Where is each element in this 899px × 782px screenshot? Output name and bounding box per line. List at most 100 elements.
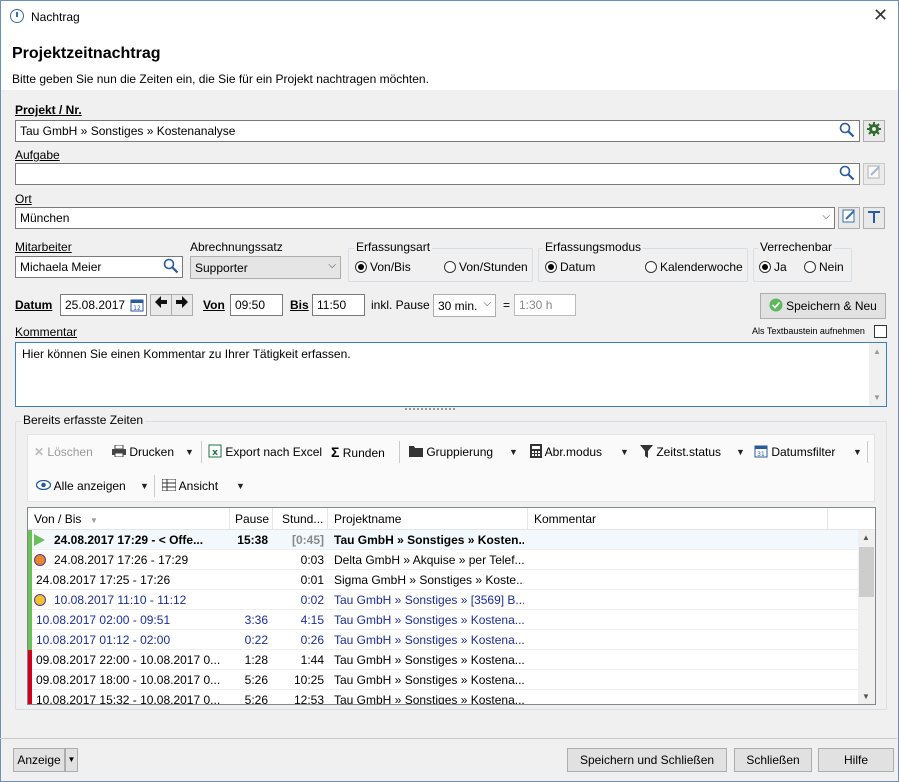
print-button[interactable]: Drucken <box>112 441 174 463</box>
ort-edit-button[interactable] <box>838 207 860 229</box>
table-row[interactable]: 10.08.2017 02:00 - 09:51 3:36 4:15 Tau GmbH… <box>28 610 858 630</box>
datumsfilter-button[interactable]: 31 Datumsfilter <box>754 441 835 463</box>
grid-scrollbar[interactable]: ▲ ▼ <box>858 530 875 704</box>
cell-stunden: 0:01 <box>300 573 324 587</box>
radio-ja[interactable]: Ja <box>759 260 787 274</box>
column-separator[interactable] <box>327 508 328 530</box>
status-marker <box>28 530 32 550</box>
column-separator[interactable] <box>272 508 273 530</box>
chevron-down-icon: ⌵ <box>822 211 830 222</box>
contact-icon <box>34 554 46 566</box>
column-separator[interactable] <box>827 508 828 530</box>
von-input[interactable]: 09:50 <box>230 294 283 316</box>
table-row[interactable]: 10.08.2017 01:12 - 02:00 0:22 0:26 Tau GmbH… <box>28 630 858 650</box>
projekt-label: Projekt / Nr. <box>15 103 82 117</box>
pause-label: inkl. Pause <box>371 298 430 312</box>
aufgabe-label: Aufgabe <box>15 148 60 162</box>
radio-nein[interactable]: Nein <box>804 260 844 274</box>
cell-vonbis: 10.08.2017 15:32 - 10.08.2017 0... <box>36 693 221 705</box>
kommentar-textarea[interactable]: Hier können Sie einen Kommentar zu Ihrer… <box>15 342 887 407</box>
radio-kalenderwoche[interactable]: Kalenderwoche <box>645 260 743 274</box>
zeitststatus-button[interactable]: Zeitst.status <box>640 441 721 463</box>
cell-projekt: Tau GmbH » Sonstiges » Kostena... <box>334 653 524 667</box>
save-and-close-button[interactable]: Speichern und Schließen <box>567 748 727 772</box>
cell-stunden: 4:15 <box>300 613 324 627</box>
ort-pin-button[interactable] <box>863 207 885 229</box>
von-label-text: Von <box>203 298 225 312</box>
print-dropdown-arrow[interactable]: ▼ <box>185 447 194 457</box>
ansicht-label: Ansicht <box>178 479 219 493</box>
ansicht-button[interactable]: Ansicht <box>161 475 219 497</box>
separator <box>201 441 202 463</box>
delete-button[interactable]: ✕ Löschen <box>34 441 93 463</box>
gear-icon <box>867 122 881 136</box>
alle-anzeigen-dropdown-arrow[interactable]: ▼ <box>140 481 149 491</box>
search-icon[interactable] <box>838 165 856 183</box>
export-excel-button[interactable]: x Export nach Excel <box>208 441 322 463</box>
cell-projekt: Tau GmbH » Sonstiges » Kostena... <box>334 673 524 687</box>
export-label: Export nach Excel <box>225 445 323 459</box>
kommentar-label: Kommentar <box>15 325 77 339</box>
aufgabe-edit-button[interactable] <box>863 163 885 185</box>
close-dialog-button[interactable]: Schließen <box>734 748 812 772</box>
status-marker <box>28 550 32 570</box>
alle-anzeigen-button[interactable]: Alle anzeigen <box>35 475 126 497</box>
table-row[interactable]: 24.08.2017 17:25 - 17:26 0:01 Sigma GmbH »… <box>28 570 858 590</box>
footer-divider <box>0 738 897 739</box>
separator <box>867 441 868 463</box>
next-day-button[interactable] <box>171 294 193 316</box>
column-separator[interactable] <box>229 508 230 530</box>
mitarbeiter-input[interactable]: Michaela Meier <box>15 256 183 278</box>
radio-label: Datum <box>560 260 596 274</box>
projekt-input[interactable]: Tau GmbH » Sonstiges » Kostenanalyse <box>15 120 860 142</box>
aufgabe-input[interactable] <box>15 163 860 185</box>
calendar-icon[interactable]: 12 <box>130 298 144 312</box>
prev-day-button[interactable] <box>150 294 172 316</box>
anzeige-dropdown-button[interactable]: ▼ <box>65 748 78 772</box>
radio-von-bis[interactable]: Von/Bis <box>355 260 411 274</box>
abrechnungssatz-select[interactable]: Supporter ⌵ <box>190 256 341 279</box>
datumsfilter-dropdown-arrow[interactable]: ▼ <box>853 447 862 457</box>
abrmodus-button[interactable]: Abr.modus <box>530 441 602 463</box>
table-row[interactable]: 10.08.2017 11:10 - 11:12 0:02 Tau GmbH » S… <box>28 590 858 610</box>
column-separator[interactable] <box>527 508 528 530</box>
eye-icon <box>35 479 52 493</box>
project-settings-button[interactable] <box>863 120 885 142</box>
textbaustein-checkbox[interactable] <box>874 325 887 338</box>
radio-datum[interactable]: Datum <box>545 260 595 274</box>
column-header-vonbis[interactable]: Von / Bis <box>34 512 81 526</box>
search-icon[interactable] <box>838 122 856 140</box>
abrmodus-dropdown-arrow[interactable]: ▼ <box>620 447 629 457</box>
ort-value: München <box>20 211 70 225</box>
table-row[interactable]: 09.08.2017 18:00 - 10.08.2017 0... 5:26 10… <box>28 670 858 690</box>
radio-von-stunden[interactable]: Von/Stunden <box>444 260 528 274</box>
table-row[interactable]: 09.08.2017 22:00 - 10.08.2017 0... 1:28 1:… <box>28 650 858 670</box>
kommentar-scrollbar[interactable]: ▲ ▼ <box>869 343 886 406</box>
scroll-thumb[interactable] <box>859 547 874 597</box>
bis-input[interactable]: 11:50 <box>312 294 365 316</box>
zeitststatus-dropdown-arrow[interactable]: ▼ <box>736 447 745 457</box>
table-row[interactable]: 24.08.2017 17:29 - < Offe... 15:38 [0:45] T… <box>28 530 858 550</box>
search-icon[interactable] <box>162 258 180 276</box>
anzeige-button[interactable]: Anzeige <box>13 748 65 772</box>
table-row[interactable]: 10.08.2017 15:32 - 10.08.2017 0... 5:26 12… <box>28 690 858 705</box>
column-header-pause[interactable]: Pause <box>235 512 269 526</box>
status-marker <box>28 690 32 704</box>
separator <box>154 475 155 497</box>
cell-projekt: Sigma GmbH » Sonstiges » Koste... <box>334 573 524 587</box>
splitter-handle[interactable] <box>405 408 455 410</box>
pause-select[interactable]: 30 min. ⌵ <box>433 294 496 317</box>
column-header-projektname[interactable]: Projektname <box>334 512 401 526</box>
cell-projekt: Tau GmbH » Sonstiges » Kostena... <box>334 613 524 627</box>
table-row[interactable]: 24.08.2017 17:26 - 17:29 0:03 Delta GmbH »… <box>28 550 858 570</box>
save-and-new-button[interactable]: Speichern & Neu <box>760 293 886 319</box>
column-header-stunden[interactable]: Stund... <box>282 512 323 526</box>
ort-combobox[interactable]: München ⌵ <box>15 207 835 229</box>
gruppierung-dropdown-arrow[interactable]: ▼ <box>509 447 518 457</box>
close-button[interactable]: ✕ <box>873 6 888 24</box>
runden-button[interactable]: Σ Runden <box>331 441 385 463</box>
help-button[interactable]: Hilfe <box>818 748 894 772</box>
gruppierung-button[interactable]: Gruppierung <box>409 441 493 463</box>
ansicht-dropdown-arrow[interactable]: ▼ <box>236 481 245 491</box>
column-header-kommentar[interactable]: Kommentar <box>534 512 596 526</box>
